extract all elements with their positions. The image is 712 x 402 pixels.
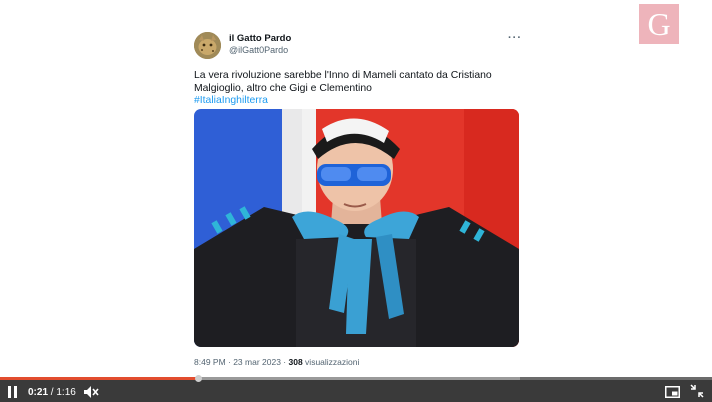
- player-controls: 0:21 / 1:16: [0, 375, 712, 402]
- views-count: 308: [288, 357, 303, 367]
- tweet-header: il Gatto Pardo @ilGatt0Pardo ···: [194, 30, 524, 60]
- tweet-meta: 8:49 PM · 23 mar 2023 · 308 visualizzazi…: [194, 357, 359, 367]
- time-display: 0:21 / 1:16: [28, 387, 76, 398]
- tweet-text: La vera rivoluzione sarebbe l'Inno di Ma…: [194, 70, 524, 108]
- pause-icon[interactable]: [8, 386, 18, 398]
- brand-logo-letter: G: [647, 6, 671, 42]
- duration: 1:16: [56, 387, 76, 398]
- played-bar: [0, 377, 200, 380]
- mute-icon[interactable]: [83, 385, 99, 399]
- more-options-icon[interactable]: ···: [508, 32, 522, 44]
- pip-icon[interactable]: [665, 385, 680, 398]
- brand-logo: G: [639, 4, 679, 44]
- author-name[interactable]: il Gatto Pardo: [229, 33, 291, 44]
- author-handle[interactable]: @ilGatt0Pardo: [229, 45, 288, 55]
- tweet-timestamp[interactable]: 8:49 PM · 23 mar 2023 ·: [194, 357, 289, 367]
- tweet-media-image[interactable]: [194, 109, 519, 347]
- hashtag-link[interactable]: #ItaliaInghilterra: [194, 95, 524, 108]
- collapse-icon[interactable]: [690, 384, 704, 398]
- scrubber-handle[interactable]: [195, 375, 203, 382]
- video-frame[interactable]: G il Gatto Pardo @ilGatt0Pardo ··· La ve…: [0, 0, 712, 377]
- tweet-text-line: La vera rivoluzione sarebbe l'Inno di Ma…: [194, 70, 492, 81]
- views-label: visualizzazioni: [302, 357, 360, 367]
- current-time: 0:21: [28, 387, 49, 398]
- tweet-card: il Gatto Pardo @ilGatt0Pardo ··· La vera…: [194, 30, 524, 367]
- avatar: [194, 32, 221, 59]
- progress-track[interactable]: [0, 375, 712, 382]
- tweet-text-line: Malgioglio, altro che Gigi e Clementino: [194, 82, 372, 94]
